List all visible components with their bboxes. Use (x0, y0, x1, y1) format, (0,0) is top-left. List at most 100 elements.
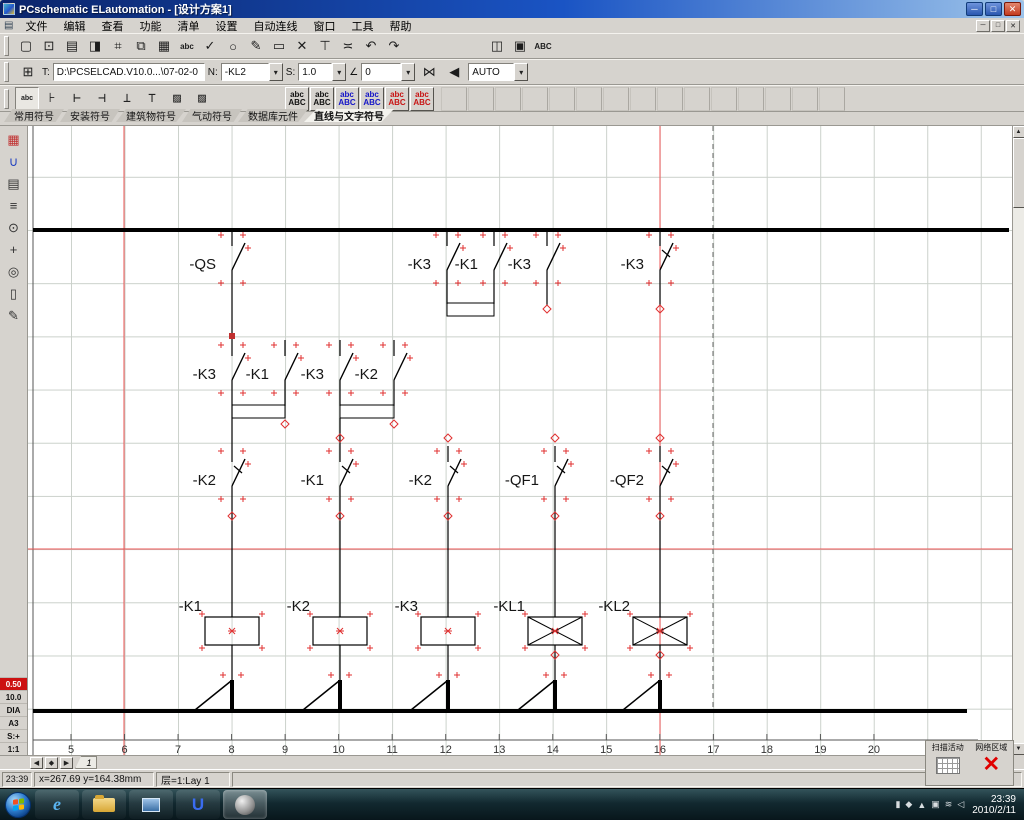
scale-field[interactable]: 1.0 (298, 63, 332, 81)
name-combo[interactable]: -KL2▾ (221, 63, 283, 81)
minimize-button[interactable]: ─ (966, 2, 983, 16)
child-window-icon[interactable]: ▤ (4, 20, 13, 31)
meter-icon[interactable]: ≍ (337, 35, 359, 57)
undo-icon[interactable]: ↶ (360, 35, 382, 57)
scroll-up-icon[interactable]: ▲ (1013, 126, 1024, 138)
vertical-scrollbar[interactable]: ▲ ▼ (1012, 126, 1024, 755)
child-minimize-button[interactable]: ─ (976, 20, 990, 32)
menu-item-清单[interactable]: 清单 (169, 18, 207, 34)
menu-item-设置[interactable]: 设置 (207, 18, 245, 34)
angle-combo[interactable]: 0▾ (361, 63, 415, 81)
menu-item-窗口[interactable]: 窗口 (305, 18, 343, 34)
object-lister-icon[interactable]: ▣ (509, 35, 531, 57)
page-setup-icon[interactable]: ⌗ (107, 35, 129, 57)
folder-icon[interactable] (82, 790, 126, 819)
menu-item-自动连线[interactable]: 自动连线 (245, 18, 305, 34)
component-label[interactable]: -K2 (355, 366, 378, 383)
tab-安装符号[interactable]: 安装符号 (60, 109, 120, 122)
line-list-icon[interactable]: ≡ (3, 196, 25, 215)
component-label[interactable]: -K1 (301, 472, 324, 489)
ok-check-icon[interactable]: ✓ (199, 35, 221, 57)
menu-item-编辑[interactable]: 编辑 (55, 18, 93, 34)
component-label[interactable]: -K3 (301, 366, 324, 383)
component-label[interactable]: -QF2 (610, 472, 644, 489)
menu-item-帮助[interactable]: 帮助 (381, 18, 419, 34)
child-restore-button[interactable]: □ (991, 20, 1005, 32)
page-home-icon[interactable]: ◆ (45, 757, 58, 769)
tray-icon-6[interactable]: ◁ (957, 799, 964, 810)
measure-icon[interactable]: ⊤ (314, 35, 336, 57)
tab-常用符号[interactable]: 常用符号 (4, 109, 64, 122)
close-button[interactable]: ✕ (1004, 2, 1021, 16)
component-label[interactable]: -QF1 (505, 472, 539, 489)
component-label[interactable]: -KL2 (598, 598, 630, 615)
magnet-app-icon[interactable]: U (176, 790, 220, 819)
pcschematic-app-icon[interactable] (223, 790, 267, 819)
point-grid-icon[interactable]: ▦ (3, 130, 25, 149)
scrollbar-thumb[interactable] (1013, 138, 1024, 208)
documents-icon[interactable] (129, 790, 173, 819)
component-label[interactable]: -K1 (246, 366, 269, 383)
component-label[interactable]: -K2 (193, 472, 216, 489)
circle-tool-icon[interactable]: ○ (222, 35, 244, 57)
scroll-down-icon[interactable]: ▼ (1013, 743, 1024, 755)
auto-field[interactable]: AUTO (468, 63, 514, 81)
title-field[interactable]: D:\PCSELCAD.V10.0...\07-02-0 (53, 63, 205, 81)
schematic-drawing[interactable]: -QS -K3 -K1 -K3 -K3 -K3 -K1 -K3 -K2 -K2 -K1 -K2 -QF1… (28, 126, 1012, 755)
tray-icon-2[interactable]: ◆ (905, 799, 912, 810)
component-label[interactable]: -KL1 (493, 598, 525, 615)
page-tab[interactable]: 1 (75, 756, 97, 769)
component-label[interactable]: -K2 (287, 598, 310, 615)
symbol-menu-icon[interactable]: ▦ (153, 35, 175, 57)
component-label[interactable]: -K3 (408, 256, 431, 273)
target-icon[interactable]: ◎ (3, 262, 25, 281)
delete-icon[interactable]: ✕ (291, 35, 313, 57)
tray-icon-4[interactable]: ▣ (931, 799, 940, 810)
tab-气动符号[interactable]: 气动符号 (182, 109, 242, 122)
component-label[interactable]: -K3 (508, 256, 531, 273)
page-prev-icon[interactable]: ◀ (30, 757, 43, 769)
scan-grid-icon[interactable] (936, 757, 960, 774)
component-label[interactable]: -QS (189, 256, 216, 273)
bus-tap-symbols[interactable] (195, 672, 672, 711)
page-book-icon[interactable]: ▤ (3, 174, 25, 193)
name-field[interactable]: -KL2 (221, 63, 269, 81)
text-style-button-6[interactable]: abcABC (410, 87, 434, 111)
coil-symbols[interactable]: -K1 -K2 -K3 -KL1 -KL2 (179, 598, 693, 651)
pan-cross-icon[interactable]: + (3, 240, 25, 259)
scale-combo[interactable]: 1.0▾ (298, 63, 346, 81)
tab-建筑物符号[interactable]: 建筑物符号 (116, 109, 186, 122)
component-label[interactable]: -K3 (193, 366, 216, 383)
drawing-canvas[interactable]: -QS -K3 -K1 -K3 -K3 -K3 -K1 -K3 -K2 -K2 -K1 -K2 -QF1… (28, 126, 1012, 755)
tab-直线与文字符号[interactable]: 直线与文字符号 (304, 109, 394, 122)
chevron-down-icon[interactable]: ▾ (514, 63, 528, 81)
grid-settings-icon[interactable]: ⊞ (17, 61, 39, 83)
titlebar[interactable]: PCschematic ELautomation - [设计方案1] ─ □ ✕ (0, 0, 1024, 18)
chevron-down-icon[interactable]: ▾ (401, 63, 415, 81)
chevron-down-icon[interactable]: ▾ (269, 63, 283, 81)
sheet-icon[interactable]: ▯ (3, 284, 25, 303)
menu-item-工具[interactable]: 工具 (343, 18, 381, 34)
child-close-button[interactable]: ✕ (1006, 20, 1020, 32)
text-abc-icon[interactable]: ABC (532, 35, 554, 57)
component-label[interactable]: -K2 (409, 472, 432, 489)
menu-item-文件[interactable]: 文件 (17, 18, 55, 34)
component-label[interactable]: -K3 (395, 598, 418, 615)
pencil-tool-icon[interactable]: ✎ (245, 35, 267, 57)
magnet-snap-icon[interactable]: ∪ (3, 152, 25, 171)
start-button[interactable] (5, 792, 31, 818)
component-label[interactable]: -K3 (621, 256, 644, 273)
ie-icon[interactable]: e (35, 790, 79, 819)
maximize-button[interactable]: □ (985, 2, 1002, 16)
open-file-icon[interactable]: ⊡ (38, 35, 60, 57)
print-icon[interactable]: ▤ (61, 35, 83, 57)
eraser-tool-icon[interactable]: ▭ (268, 35, 290, 57)
pointer-direction-icon[interactable]: ◀ (443, 61, 465, 83)
contact-symbols[interactable]: -QS -K3 -K1 -K3 -K3 -K3 -K1 -K3 -K2 -K2 -K1 -K2 -QF1… (189, 230, 679, 504)
tray-icon-1[interactable]: ▮ (895, 799, 900, 810)
component-label[interactable]: -K1 (455, 256, 478, 273)
menu-item-查看[interactable]: 查看 (93, 18, 131, 34)
page-preview-icon[interactable]: ◨ (84, 35, 106, 57)
power-buses[interactable] (33, 230, 1009, 711)
component-label[interactable]: -K1 (179, 598, 202, 615)
